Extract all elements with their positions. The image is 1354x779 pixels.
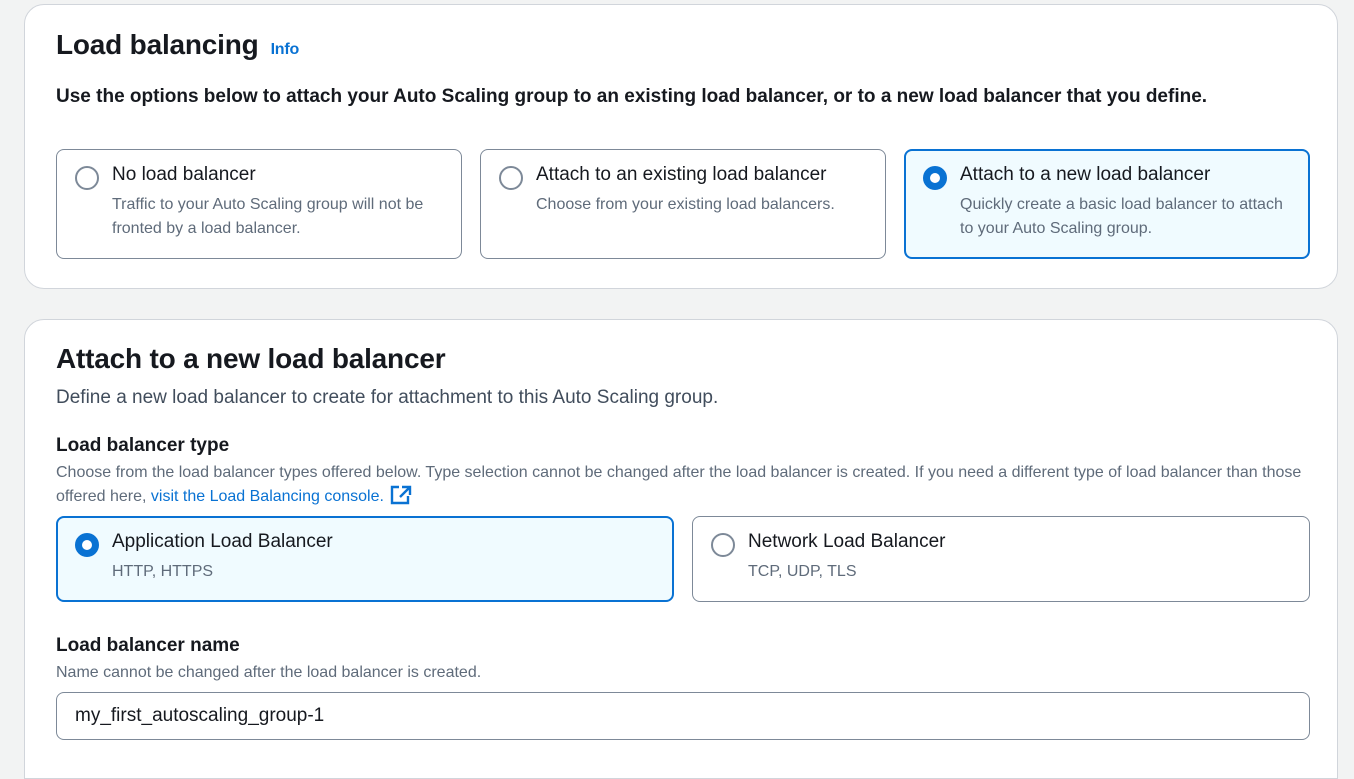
load-balancer-type-hint: Choose from the load balancer types offe… bbox=[56, 461, 1316, 513]
radio-existing-load-balancer[interactable] bbox=[499, 166, 523, 190]
radio-network-load-balancer[interactable] bbox=[711, 533, 735, 557]
type-description: HTTP, HTTPS bbox=[112, 563, 214, 580]
info-link[interactable]: Info bbox=[271, 41, 300, 58]
new-load-balancer-title: Attach to a new load balancer bbox=[56, 343, 446, 374]
option-title: Attach to a new load balancer bbox=[960, 164, 1211, 185]
load-balancing-heading: Load balancing Info bbox=[56, 29, 299, 61]
load-balancing-panel: Load balancing Info Use the options below… bbox=[24, 4, 1338, 289]
option-existing-load-balancer[interactable]: Attach to an existing load balancer Choo… bbox=[480, 149, 886, 259]
type-description: TCP, UDP, TLS bbox=[748, 563, 857, 580]
option-description: Quickly create a basic load balancer to … bbox=[960, 196, 1283, 237]
external-link-icon[interactable] bbox=[390, 485, 412, 513]
type-application-load-balancer[interactable]: Application Load Balancer HTTP, HTTPS bbox=[56, 516, 674, 602]
load-balancing-description: Use the options below to attach your Aut… bbox=[56, 86, 1208, 107]
load-balancing-console-link[interactable]: visit the Load Balancing console. bbox=[151, 488, 384, 505]
option-title: Attach to an existing load balancer bbox=[536, 164, 827, 185]
option-no-load-balancer[interactable]: No load balancer Traffic to your Auto Sc… bbox=[56, 149, 462, 259]
type-title: Application Load Balancer bbox=[112, 531, 333, 552]
load-balancer-name-input[interactable]: my_first_autoscaling_group-1 bbox=[56, 692, 1310, 740]
type-network-load-balancer[interactable]: Network Load Balancer TCP, UDP, TLS bbox=[692, 516, 1310, 602]
radio-application-load-balancer[interactable] bbox=[75, 533, 99, 557]
new-load-balancer-description: Define a new load balancer to create for… bbox=[56, 387, 719, 408]
load-balancer-name-label: Load balancer name bbox=[56, 635, 240, 656]
load-balancer-type-label: Load balancer type bbox=[56, 435, 230, 456]
load-balancing-title: Load balancing bbox=[56, 29, 259, 60]
option-description: Traffic to your Auto Scaling group will … bbox=[112, 196, 424, 237]
load-balancer-name-hint: Name cannot be changed after the load ba… bbox=[56, 664, 482, 681]
radio-new-load-balancer[interactable] bbox=[923, 166, 947, 190]
option-description: Choose from your existing load balancers… bbox=[536, 196, 835, 213]
type-title: Network Load Balancer bbox=[748, 531, 946, 552]
new-load-balancer-panel: Attach to a new load balancer Define a n… bbox=[24, 319, 1338, 779]
radio-no-load-balancer[interactable] bbox=[75, 166, 99, 190]
option-title: No load balancer bbox=[112, 164, 256, 185]
option-new-load-balancer[interactable]: Attach to a new load balancer Quickly cr… bbox=[904, 149, 1310, 259]
